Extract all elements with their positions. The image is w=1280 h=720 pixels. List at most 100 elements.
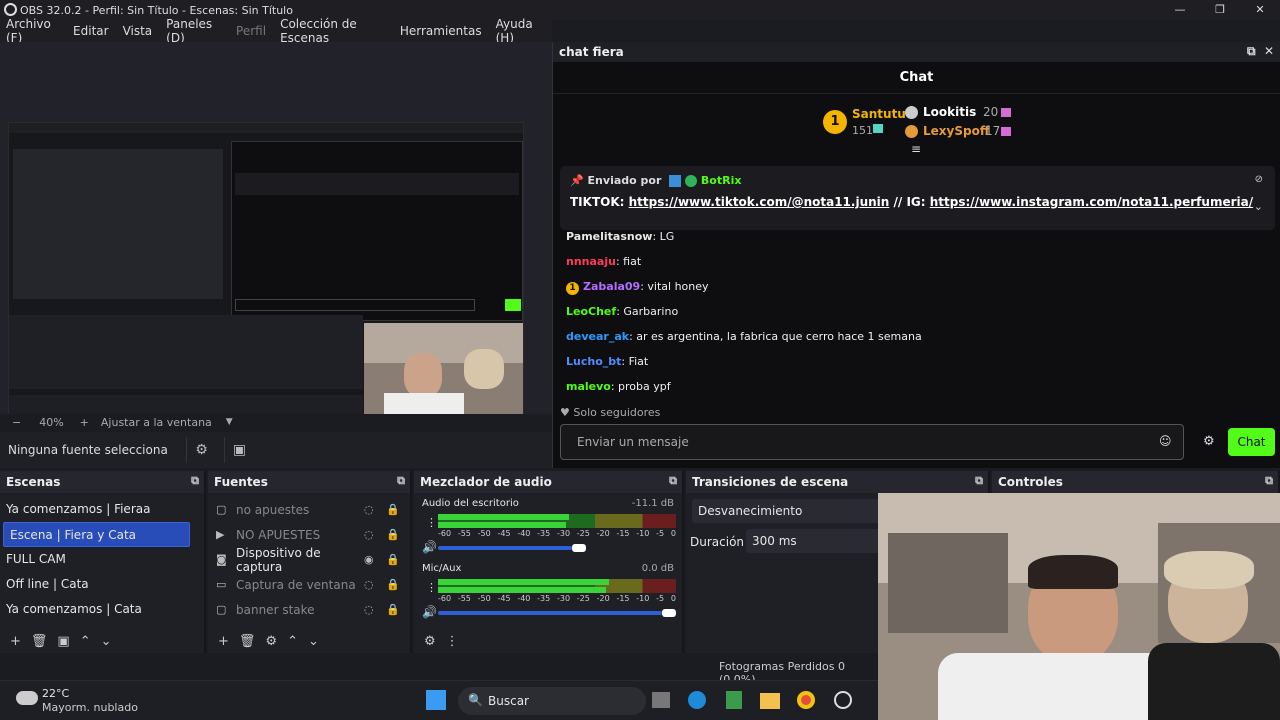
emoji-icon[interactable]: ☺ (1159, 434, 1172, 448)
volume-slider[interactable] (438, 546, 573, 550)
chevron-down-icon[interactable]: ▼ (226, 417, 233, 427)
chat-username[interactable]: Pamelitasnow (566, 230, 652, 243)
menu-docks[interactable]: Paneles (D) (160, 17, 230, 45)
lock-icon[interactable]: 🔒 (386, 578, 400, 591)
chat-username[interactable]: LeoChef (566, 305, 616, 318)
menu-help[interactable]: Ayuda (H) (490, 17, 552, 45)
duration-input[interactable]: 300 ms (746, 529, 882, 553)
pinned-by-user[interactable]: BotRix (701, 174, 742, 187)
preview-area[interactable] (0, 42, 552, 416)
source-item[interactable]: ▭ Captura de ventana ◌ 🔒 (208, 572, 410, 597)
volume-slider[interactable] (438, 611, 662, 615)
float-icon[interactable]: ⧉ (1247, 44, 1256, 58)
chrome-icon[interactable] (797, 691, 815, 709)
gifter-name[interactable]: Lookitis (923, 105, 976, 119)
kebab-icon[interactable]: ⋮ (446, 634, 459, 649)
filters-icon[interactable]: ▣ (224, 437, 254, 463)
lock-icon[interactable]: 🔒 (386, 553, 400, 566)
menu-file[interactable]: Archivo (F) (0, 17, 67, 45)
volume-knob[interactable] (572, 544, 587, 552)
eye-hidden-icon[interactable]: ◌ (364, 503, 386, 516)
volume-knob[interactable] (662, 609, 676, 617)
trash-icon[interactable]: 🗑 (239, 634, 256, 649)
add-icon[interactable]: + (10, 634, 21, 649)
chat-username[interactable]: malevo (566, 380, 611, 393)
fit-window-label[interactable]: Ajustar a la ventana (101, 416, 212, 429)
folder-icon[interactable] (760, 693, 780, 709)
float-icon[interactable]: ⧉ (975, 474, 983, 488)
windows-start-icon[interactable] (426, 690, 446, 710)
pinned-link[interactable]: https://www.tiktok.com/@nota11.junin (629, 195, 890, 209)
gear-icon[interactable]: ⚙ (265, 634, 277, 649)
kebab-icon[interactable]: ⋮ (426, 516, 437, 529)
lock-icon[interactable]: 🔒 (386, 603, 400, 616)
lock-icon[interactable]: 🔒 (386, 503, 400, 516)
menu-view[interactable]: Vista (117, 24, 161, 38)
obs-icon[interactable] (834, 691, 852, 709)
taskbar-search[interactable]: 🔍 Buscar (458, 687, 646, 715)
menu-tools[interactable]: Herramientas (394, 24, 490, 38)
eye-hidden-icon[interactable]: ◌ (364, 528, 386, 541)
task-view-icon[interactable] (652, 692, 670, 708)
gear-icon[interactable]: ⚙ (186, 437, 216, 463)
speaker-icon[interactable]: 🔊 (422, 540, 437, 554)
chat-send-button[interactable]: Chat (1228, 428, 1275, 456)
float-icon[interactable]: ⧉ (191, 474, 199, 488)
speaker-icon[interactable]: 🔊 (422, 605, 437, 619)
trash-icon[interactable]: 🗑 (31, 634, 48, 649)
maximize-button[interactable]: ❐ (1200, 0, 1240, 20)
zoom-in-button[interactable]: + (80, 416, 89, 429)
source-item[interactable]: ▢ no apuestes ◌ 🔒 (208, 497, 410, 522)
app-icon[interactable] (726, 691, 742, 709)
scene-item[interactable]: Ya comenzamos | Cata (0, 597, 204, 622)
eye-hidden-icon[interactable]: ◌ (364, 578, 386, 591)
menu-scene-collection[interactable]: Colección de Escenas (274, 17, 394, 45)
eye-hidden-icon[interactable]: ◌ (364, 603, 386, 616)
add-icon[interactable]: + (218, 634, 229, 649)
search-icon: 🔍 (468, 693, 483, 707)
pinned-link[interactable]: https://www.instagram.com/nota11.perfume… (930, 195, 1253, 209)
menu-edit[interactable]: Editar (67, 24, 117, 38)
preview-canvas[interactable] (8, 122, 524, 416)
menu-profile[interactable]: Perfil (230, 24, 274, 38)
eye-icon[interactable]: ◉ (364, 553, 386, 566)
close-button[interactable]: ✕ (1240, 0, 1280, 20)
minimize-button[interactable]: — (1160, 0, 1200, 20)
hide-pin-icon[interactable]: ⊘ (1255, 174, 1263, 185)
scene-item-selected[interactable]: Escena | Fiera y Cata (3, 522, 190, 547)
gifter-name[interactable]: LexySpoff (923, 124, 990, 138)
chevron-down-icon[interactable]: ⌄ (1254, 200, 1263, 213)
kebab-icon[interactable]: ⋮ (426, 581, 437, 594)
lock-icon[interactable]: 🔒 (386, 528, 400, 541)
chat-input[interactable]: Enviar un mensaje (560, 424, 1184, 460)
move-up-icon[interactable]: ⌃ (80, 634, 91, 649)
move-up-icon[interactable]: ⌃ (287, 634, 298, 649)
chat-username[interactable]: devear_ak (566, 330, 629, 343)
chat-username[interactable]: Zabala09 (583, 280, 640, 293)
chat-username[interactable]: Lucho_bt (566, 355, 621, 368)
close-icon[interactable]: ✕ (1264, 44, 1274, 58)
gear-icon[interactable]: ⚙ (1203, 434, 1215, 449)
float-icon[interactable]: ⧉ (1265, 474, 1273, 488)
zoom-out-button[interactable]: − (12, 416, 21, 429)
float-icon[interactable]: ⧉ (397, 474, 405, 488)
float-icon[interactable]: ⧉ (669, 474, 677, 488)
source-item[interactable]: ▢ banner stake ◌ 🔒 (208, 597, 410, 622)
expand-gifters-icon[interactable]: ≡ (911, 142, 921, 156)
scene-item[interactable]: Off line | Cata (0, 572, 204, 597)
followers-only: ♥ Solo seguidores (560, 406, 660, 419)
scene-item[interactable]: Ya comenzamos | Fieraa (0, 497, 204, 522)
transition-select[interactable]: Desvanecimiento (692, 499, 882, 523)
move-down-icon[interactable]: ⌄ (101, 634, 112, 649)
filters-icon[interactable]: ▣ (57, 634, 69, 649)
edge-icon[interactable] (688, 691, 706, 709)
source-item[interactable]: ◙ Dispositivo de captura ◉ 🔒 (208, 546, 410, 574)
move-down-icon[interactable]: ⌄ (308, 634, 319, 649)
gifter-name[interactable]: Santutu (852, 107, 906, 121)
scene-item[interactable]: FULL CAM (0, 547, 204, 572)
source-item[interactable]: ▶ NO APUESTES ◌ 🔒 (208, 522, 410, 547)
weather-icon (16, 691, 38, 705)
chat-username[interactable]: nnnaaju (566, 255, 616, 268)
meter-tick-label: -50 (477, 529, 491, 538)
mixer-settings-icon[interactable]: ⚙ (424, 634, 436, 649)
